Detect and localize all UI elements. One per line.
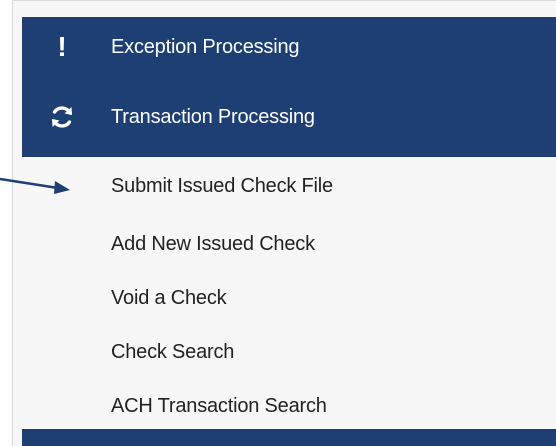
refresh-icon <box>22 77 102 157</box>
next-menu-section-bar <box>22 429 556 446</box>
exclamation-icon: ! <box>57 31 67 62</box>
menu-item-label: Exception Processing <box>111 35 300 58</box>
transaction-processing-submenu: Submit Issued Check File Add New Issued … <box>22 157 556 429</box>
menu-item-exception-processing[interactable]: ! Exception Processing <box>22 17 556 77</box>
menu-item-transaction-processing[interactable]: Transaction Processing <box>22 77 556 157</box>
submenu-item-ach-transaction-search[interactable]: ACH Transaction Search <box>111 395 327 418</box>
submenu-item-add-new-issued-check[interactable]: Add New Issued Check <box>111 233 315 256</box>
submenu-item-submit-issued-check-file[interactable]: Submit Issued Check File <box>111 175 333 198</box>
menu-item-label: Transaction Processing <box>111 105 315 128</box>
submenu-item-void-a-check[interactable]: Void a Check <box>111 287 227 310</box>
pointer-arrow-icon <box>0 177 70 194</box>
submenu-item-check-search[interactable]: Check Search <box>111 341 234 364</box>
